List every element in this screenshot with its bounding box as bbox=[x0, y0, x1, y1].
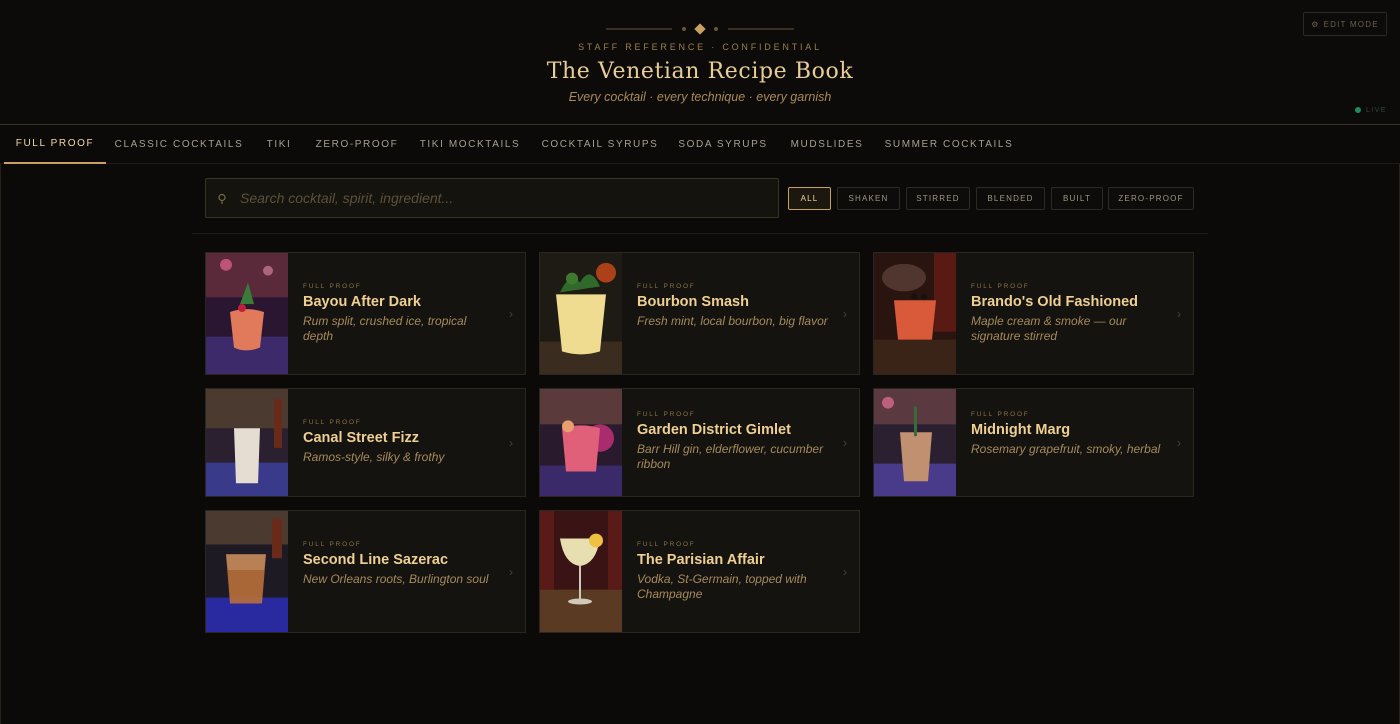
cocktail-photo bbox=[206, 389, 288, 496]
search-box bbox=[205, 178, 779, 218]
card-description: Fresh mint, local bourbon, big flavor bbox=[637, 314, 828, 328]
chevron-right-icon: › bbox=[843, 436, 847, 450]
card-description: New Orleans roots, Burlington soul bbox=[303, 572, 489, 586]
card-category: FULL PROOF bbox=[637, 283, 696, 290]
cocktail-photo bbox=[206, 253, 288, 374]
tab-soda-syrups[interactable]: SODA SYRUPS bbox=[668, 125, 778, 164]
card-title: Bourbon Smash bbox=[637, 294, 749, 310]
card-description: Ramos-style, silky & frothy bbox=[303, 450, 445, 464]
live-label: LIVE bbox=[1366, 106, 1387, 114]
card-description: Rosemary grapefruit, smoky, herbal bbox=[971, 442, 1161, 456]
eyebrow-text: STAFF REFERENCE · CONFIDENTIAL bbox=[578, 42, 822, 52]
card-category: FULL PROOF bbox=[303, 419, 362, 426]
card-description: Rum split, crushed ice, tropical depth bbox=[303, 314, 467, 343]
category-tabs: FULL PROOF CLASSIC COCKTAILS TIKI ZERO-P… bbox=[0, 124, 1400, 164]
card-category: FULL PROOF bbox=[637, 411, 696, 418]
filter-shaken[interactable]: SHAKEN bbox=[837, 187, 900, 210]
gear-icon: ⚙ bbox=[1311, 19, 1320, 29]
chevron-right-icon: › bbox=[843, 307, 847, 321]
card-description: Vodka, St-Germain, topped with Champagne bbox=[637, 572, 807, 601]
card-description: Maple cream & smoke — our signature stir… bbox=[971, 314, 1127, 343]
tab-full-proof[interactable]: FULL PROOF bbox=[4, 125, 106, 164]
recipe-card-bourbon-smash[interactable]: FULL PROOF Bourbon Smash Fresh mint, loc… bbox=[539, 252, 860, 375]
recipe-card-the-parisian-affair[interactable]: FULL PROOF The Parisian Affair Vodka, St… bbox=[539, 510, 860, 633]
card-text: FULL PROOF Brando's Old Fashioned Maple … bbox=[971, 283, 1163, 344]
card-text: FULL PROOF Midnight Marg Rosemary grapef… bbox=[971, 411, 1163, 457]
recipe-card-garden-district-gimlet[interactable]: FULL PROOF Garden District Gimlet Barr H… bbox=[539, 388, 860, 497]
filter-all[interactable]: ALL bbox=[788, 187, 831, 210]
card-category: FULL PROOF bbox=[971, 283, 1030, 290]
cocktail-photo bbox=[874, 253, 956, 374]
card-text: FULL PROOF Garden District Gimlet Barr H… bbox=[637, 411, 829, 472]
header: STAFF REFERENCE · CONFIDENTIAL The Venet… bbox=[0, 0, 1400, 124]
chevron-right-icon: › bbox=[509, 307, 513, 321]
chevron-right-icon: › bbox=[843, 565, 847, 579]
cocktail-photo bbox=[874, 389, 956, 496]
chevron-right-icon: › bbox=[1177, 307, 1181, 321]
filter-blended[interactable]: BLENDED bbox=[976, 187, 1045, 210]
tab-tiki-mocktails[interactable]: TIKI MOCKTAILS bbox=[408, 125, 532, 164]
card-title: Garden District Gimlet bbox=[637, 422, 791, 438]
cocktail-photo bbox=[540, 511, 622, 632]
card-text: FULL PROOF Second Line Sazerac New Orlea… bbox=[303, 541, 495, 587]
card-category: FULL PROOF bbox=[637, 541, 696, 548]
filter-built[interactable]: BUILT bbox=[1051, 187, 1103, 210]
card-category: FULL PROOF bbox=[303, 541, 362, 548]
card-title: Second Line Sazerac bbox=[303, 552, 449, 568]
page-subtitle: Every cocktail · every technique · every… bbox=[568, 90, 832, 104]
recipe-card-canal-street-fizz[interactable]: FULL PROOF Canal Street Fizz Ramos-style… bbox=[205, 388, 526, 497]
section-divider bbox=[192, 233, 1208, 234]
ornament-divider bbox=[606, 23, 794, 35]
cocktail-photo bbox=[540, 389, 622, 496]
search-input[interactable] bbox=[240, 179, 770, 217]
card-title: Midnight Marg bbox=[971, 422, 1071, 438]
card-category: FULL PROOF bbox=[971, 411, 1030, 418]
search-icon bbox=[218, 193, 228, 205]
filter-stirred[interactable]: STIRRED bbox=[906, 187, 970, 210]
card-description: Barr Hill gin, elderflower, cucumber rib… bbox=[637, 442, 824, 471]
tab-mudslides[interactable]: MUDSLIDES bbox=[778, 125, 876, 164]
card-category: FULL PROOF bbox=[303, 283, 362, 290]
card-title: Canal Street Fizz bbox=[303, 430, 420, 446]
tab-zero-proof[interactable]: ZERO-PROOF bbox=[306, 125, 408, 164]
live-dot-icon bbox=[1355, 107, 1361, 113]
live-indicator: LIVE bbox=[1355, 105, 1387, 115]
chevron-right-icon: › bbox=[1177, 436, 1181, 450]
card-text: FULL PROOF Bourbon Smash Fresh mint, loc… bbox=[637, 283, 829, 329]
recipe-card-brandos-old-fashioned[interactable]: FULL PROOF Brando's Old Fashioned Maple … bbox=[873, 252, 1194, 375]
tab-tiki[interactable]: TIKI bbox=[252, 125, 306, 164]
tab-summer-cocktails[interactable]: SUMMER COCKTAILS bbox=[876, 125, 1022, 164]
card-title: The Parisian Affair bbox=[637, 552, 765, 568]
cocktail-photo bbox=[206, 511, 288, 632]
cocktail-photo bbox=[540, 253, 622, 374]
recipe-card-second-line-sazerac[interactable]: FULL PROOF Second Line Sazerac New Orlea… bbox=[205, 510, 526, 633]
recipe-card-bayou-after-dark[interactable]: FULL PROOF Bayou After Dark Rum split, c… bbox=[205, 252, 526, 375]
filter-zero-proof[interactable]: ZERO-PROOF bbox=[1108, 187, 1194, 210]
card-title: Bayou After Dark bbox=[303, 294, 421, 310]
edit-mode-label: EDIT MODE bbox=[1323, 19, 1379, 29]
tab-cocktail-syrups[interactable]: COCKTAIL SYRUPS bbox=[532, 125, 668, 164]
chevron-right-icon: › bbox=[509, 565, 513, 579]
chevron-right-icon: › bbox=[509, 436, 513, 450]
card-text: FULL PROOF Bayou After Dark Rum split, c… bbox=[303, 283, 495, 344]
tab-classic-cocktails[interactable]: CLASSIC COCKTAILS bbox=[106, 125, 252, 164]
recipe-card-midnight-marg[interactable]: FULL PROOF Midnight Marg Rosemary grapef… bbox=[873, 388, 1194, 497]
edit-mode-button[interactable]: ⚙ EDIT MODE bbox=[1303, 12, 1387, 36]
card-text: FULL PROOF The Parisian Affair Vodka, St… bbox=[637, 541, 829, 602]
card-title: Brando's Old Fashioned bbox=[971, 294, 1138, 310]
card-text: FULL PROOF Canal Street Fizz Ramos-style… bbox=[303, 419, 495, 465]
page-title: The Venetian Recipe Book bbox=[546, 59, 854, 84]
